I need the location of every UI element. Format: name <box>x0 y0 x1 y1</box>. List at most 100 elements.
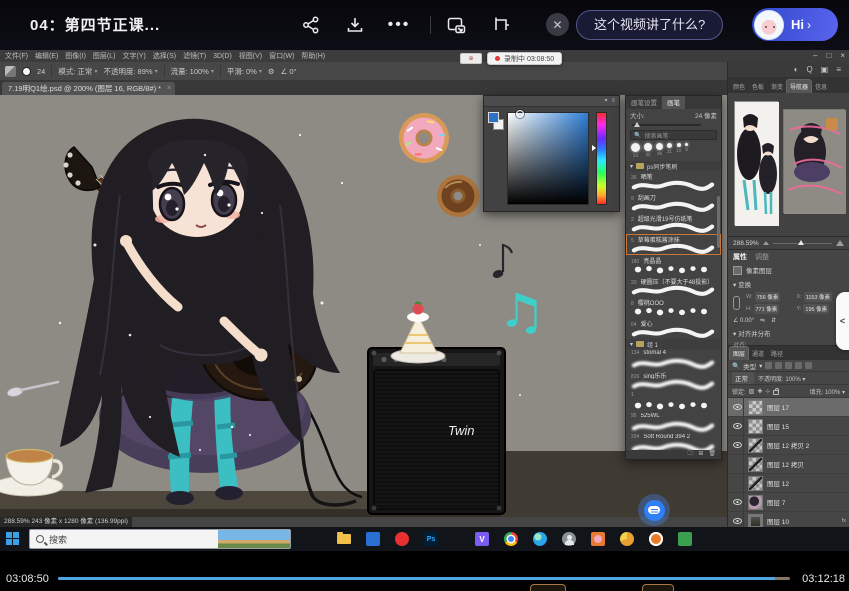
start-button[interactable] <box>6 532 20 546</box>
tab-swatches[interactable]: 色板 <box>749 80 767 93</box>
hue-strip[interactable] <box>596 112 607 205</box>
blend-mode-select[interactable]: 正常 <box>732 372 754 384</box>
side-panel-handle[interactable]: < <box>836 292 849 350</box>
layer-fx-badge[interactable]: fx <box>842 518 846 524</box>
transform-section-header[interactable]: ▾ 变换 <box>733 279 844 289</box>
brush-item[interactable]: 64爱心 <box>626 318 721 339</box>
brush-item-selected[interactable]: 5草莓蛋糕酱涂抹 <box>626 234 721 255</box>
tab-adjustments[interactable]: 调整 <box>755 252 769 262</box>
visibility-toggle[interactable] <box>731 455 744 473</box>
hue-marker[interactable] <box>592 145 596 151</box>
flip-vertical-icon[interactable]: ⇵ <box>771 317 776 324</box>
tab-color[interactable]: 颜色 <box>730 80 748 93</box>
restore-icon[interactable]: □ <box>826 51 831 61</box>
chat-bubble-button[interactable] <box>638 494 670 526</box>
download-icon[interactable] <box>342 12 368 38</box>
app-v-icon[interactable]: V <box>474 531 490 547</box>
align-section-header[interactable]: ▾ 对齐并分布 <box>733 328 844 338</box>
menu-item[interactable]: 文件(F) <box>5 51 28 61</box>
more-options-icon[interactable]: ••• <box>386 12 412 38</box>
menu-item[interactable]: 图层(L) <box>93 51 116 61</box>
layer-thumbnail[interactable] <box>748 495 763 510</box>
zoom-slider[interactable] <box>773 243 832 244</box>
search-icon[interactable]: Q <box>807 65 813 75</box>
filter-type-icon[interactable] <box>785 362 792 369</box>
chrome-icon[interactable] <box>503 531 519 547</box>
layer-thumbnail[interactable] <box>748 419 763 434</box>
layer-row[interactable]: 图层 7 <box>728 493 849 512</box>
menu-item[interactable]: 视图(V) <box>239 51 262 61</box>
layer-thumbnail[interactable] <box>748 476 763 491</box>
gear-icon[interactable]: ⚙ <box>268 67 275 76</box>
timeline-marker[interactable] <box>530 584 566 591</box>
layer-thumbnail[interactable] <box>748 514 763 528</box>
fill-field[interactable]: 填充: 100% ▾ <box>810 387 845 396</box>
visibility-toggle[interactable] <box>731 436 744 454</box>
layer-row[interactable]: 图层 12 <box>728 474 849 493</box>
photoshop-icon[interactable]: Ps <box>423 531 439 547</box>
zoom-value[interactable]: 288.59% <box>733 240 759 247</box>
menu-item[interactable]: 编辑(E) <box>35 51 58 61</box>
width-field[interactable]: W:756 像素 <box>746 292 794 302</box>
app-orange-circle-icon[interactable] <box>619 531 635 547</box>
visibility-toggle[interactable] <box>731 417 744 435</box>
timeline-marker[interactable] <box>642 584 674 591</box>
recording-handle[interactable]: ⊕ <box>460 53 482 64</box>
mode-select[interactable]: 模式: 正常▾ <box>58 66 97 77</box>
brush-item[interactable]: 816sing乐乐 <box>626 370 721 391</box>
brush-search-input[interactable]: 🔍 搜索画笔 <box>630 130 717 140</box>
collapse-icon[interactable]: ▾ <box>604 98 607 104</box>
opacity-select[interactable]: 不透明度: 89%▾ <box>103 66 157 77</box>
app-green-icon[interactable] <box>677 531 693 547</box>
brush-tool-icon[interactable] <box>5 66 16 77</box>
filter-adjustment-icon[interactable] <box>775 362 782 369</box>
brush-item[interactable]: 1 <box>626 391 721 412</box>
edge-icon[interactable] <box>532 531 548 547</box>
brush-size-value[interactable]: 24 像素 <box>695 110 717 120</box>
link-dimensions-icon[interactable] <box>733 296 740 310</box>
menu-item[interactable]: 滤镜(T) <box>183 51 206 61</box>
lock-all-icon[interactable] <box>773 390 779 395</box>
saturation-brightness-field[interactable] <box>507 112 589 205</box>
color-cursor[interactable] <box>516 110 524 118</box>
close-window-icon[interactable]: × <box>840 51 845 61</box>
taskbar-search-input[interactable]: 搜索 <box>29 529 291 549</box>
minimize-icon[interactable]: – <box>813 51 817 61</box>
menu-item[interactable]: 3D(D) <box>213 53 232 60</box>
brush-item[interactable]: 36晒笔 <box>626 171 721 192</box>
seek-bar[interactable] <box>58 577 790 580</box>
document-tab[interactable]: 7.19明Q1绘.psd @ 200% (图层 16, RGB/8#) *× <box>2 82 175 95</box>
flow-select[interactable]: 流量: 100%▾ <box>171 66 214 77</box>
rotate-angle-field[interactable]: ∠ 0.00° <box>733 317 754 324</box>
ai-question-button[interactable]: 这个视频讲了什么? <box>576 10 723 40</box>
info-icon[interactable]: ◐ <box>794 65 799 75</box>
brush-preview-icon[interactable] <box>22 67 31 76</box>
brush-item[interactable]: 2超级光滑19号仿纸笔 <box>626 213 721 234</box>
tab-navigator[interactable]: 导航器 <box>787 80 811 93</box>
lock-paint-icon[interactable]: ✚ <box>757 388 762 395</box>
flip-horizontal-icon[interactable]: ⇋ <box>760 317 765 324</box>
zoom-in-icon[interactable] <box>836 240 844 246</box>
panel-menu-icon[interactable]: ≡ <box>836 65 841 75</box>
tab-info[interactable]: 信息 <box>812 80 830 93</box>
delete-icon[interactable]: 🗑 <box>708 451 716 458</box>
filter-type-select[interactable]: 类型 <box>743 361 756 371</box>
player-timeline[interactable]: 03:08:50 03:12:18 <box>0 570 849 591</box>
app-orange-ring-icon[interactable] <box>648 531 664 547</box>
new-folder-icon[interactable]: 🗀 <box>687 451 693 458</box>
brush-item[interactable]: 9刮画刀 <box>626 192 721 213</box>
brush-item[interactable]: 8樱桃OOO <box>626 297 721 318</box>
pip-icon[interactable] <box>489 12 515 38</box>
new-brush-icon[interactable]: ⊞ <box>698 451 703 458</box>
close-icon[interactable]: ✕ <box>546 13 569 36</box>
reference-thumbnail[interactable] <box>734 101 778 225</box>
navigator-proxy-thumbnail[interactable] <box>783 109 845 213</box>
tab-brushes[interactable]: 画笔 <box>662 95 685 109</box>
filter-pixel-icon[interactable] <box>765 362 772 369</box>
layer-row[interactable]: 图层 12 拷贝 2 <box>728 436 849 455</box>
brush-item[interactable]: 134stomal 4 <box>626 349 721 370</box>
brush-item[interactable]: 20硬圆压（不要大于48投影） <box>626 276 721 297</box>
filter-smart-icon[interactable] <box>805 362 812 369</box>
layer-row[interactable]: 图层 10 fx <box>728 512 849 527</box>
brush-angle[interactable]: ∠ 0° <box>281 67 297 76</box>
